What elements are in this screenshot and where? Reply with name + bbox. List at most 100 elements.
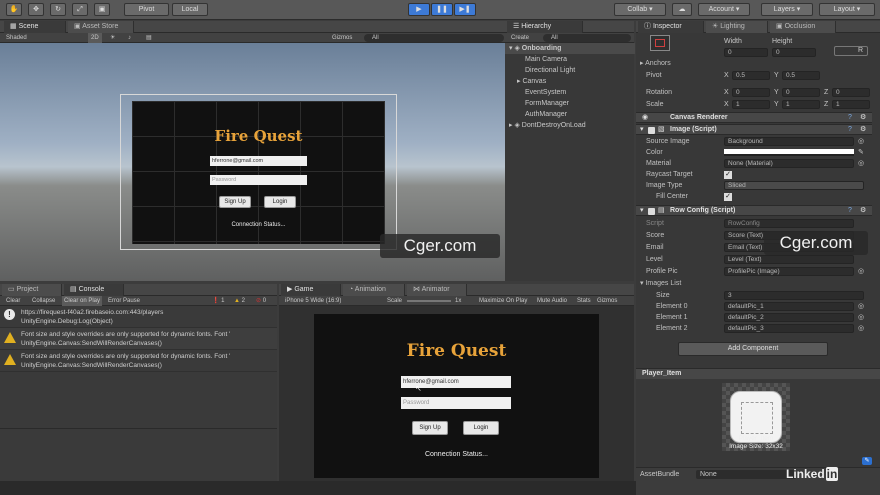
effects-toggle-icon[interactable]: ▤ [146, 33, 152, 43]
tab-scene[interactable]: ▦ Scene [4, 21, 66, 33]
source-image-field[interactable]: Background [724, 137, 854, 146]
pause-button[interactable]: ❚❚ [431, 3, 453, 16]
color-swatch[interactable] [724, 149, 854, 156]
rotation-z-field[interactable]: 0 [832, 88, 870, 97]
object-picker-icon[interactable]: ◎ [858, 136, 864, 147]
settings-gear-icon[interactable]: ⚙ [860, 125, 866, 135]
object-picker-icon[interactable]: ◎ [858, 323, 864, 334]
raw-edit-button[interactable]: R [834, 46, 868, 56]
object-picker-icon[interactable]: ◎ [858, 158, 864, 169]
play-button[interactable]: ▶ [408, 3, 430, 16]
console-log-row[interactable]: ! https://firequest-f40a2.firebaseio.com… [0, 306, 277, 328]
enabled-checkbox[interactable] [648, 127, 655, 134]
mute-audio-toggle[interactable]: Mute Audio [537, 296, 567, 306]
audio-toggle-icon[interactable]: ♪ [128, 33, 131, 43]
object-picker-icon[interactable]: ◎ [858, 312, 864, 323]
element-field[interactable]: defaultPic_2 [724, 313, 854, 322]
scene-root-item[interactable]: ▾ ◈ Onboarding [505, 43, 635, 54]
image-type-dropdown[interactable]: Sliced [724, 181, 864, 190]
error-count-toggle[interactable]: ⊘ 0 [256, 296, 266, 306]
hierarchy-search-input[interactable]: All [543, 34, 631, 42]
help-icon[interactable]: ? [848, 206, 852, 216]
tab-animator[interactable]: ⋈ Animator [407, 284, 467, 296]
fill-center-checkbox[interactable]: ✓ [724, 193, 732, 201]
asset-bundle-dropdown[interactable]: None [696, 470, 796, 479]
clear-on-play-toggle[interactable]: Clear on Play [62, 296, 103, 306]
profile-pic-field[interactable]: ProfilePic (Image) [724, 267, 854, 276]
pivot-y-field[interactable]: 0.5 [782, 71, 820, 80]
game-login-button[interactable]: Login [463, 421, 499, 435]
cloud-icon[interactable]: ☁ [672, 3, 692, 16]
hierarchy-item[interactable]: AuthManager [505, 109, 635, 120]
resolution-dropdown[interactable]: iPhone 5 Wide (16:9) [285, 296, 341, 306]
element-field[interactable]: defaultPic_1 [724, 302, 854, 311]
game-password-input[interactable]: Password [401, 397, 511, 409]
object-picker-icon[interactable]: ◎ [858, 301, 864, 312]
raycast-checkbox[interactable]: ✓ [724, 171, 732, 179]
width-field[interactable]: 0 [724, 48, 768, 57]
asset-label-icon[interactable]: ✎ [862, 457, 872, 465]
create-dropdown[interactable]: Create [511, 33, 529, 43]
image-script-header[interactable]: ▾ ▧ Image (Script) ? ⚙ [636, 124, 872, 135]
pivot-x-field[interactable]: 0.5 [732, 71, 770, 80]
settings-gear-icon[interactable]: ⚙ [860, 113, 866, 123]
element-field[interactable]: defaultPic_3 [724, 324, 854, 333]
gizmos-dropdown[interactable]: Gizmos [332, 33, 352, 43]
scene-search-input[interactable]: All [364, 34, 504, 42]
enabled-checkbox[interactable] [648, 208, 655, 215]
shading-dropdown[interactable]: Shaded [6, 33, 27, 43]
tab-console[interactable]: ▤ Console [64, 284, 124, 296]
row-config-header[interactable]: ▾ ▤ Row Config (Script) ? ⚙ [636, 205, 872, 216]
rotation-x-field[interactable]: 0 [732, 88, 770, 97]
scale-slider[interactable] [407, 300, 451, 302]
scale-y-field[interactable]: 1 [782, 100, 820, 109]
hand-tool-icon[interactable]: ✋ [6, 3, 22, 16]
stats-toggle[interactable]: Stats [577, 296, 591, 306]
hierarchy-item[interactable]: FormManager [505, 98, 635, 109]
rect-tool-icon[interactable]: ▣ [94, 3, 110, 16]
eyedropper-icon[interactable]: ✎ [858, 147, 864, 158]
object-picker-icon[interactable]: ◎ [858, 266, 864, 277]
game-signup-button[interactable]: Sign Up [412, 421, 448, 435]
tab-inspector[interactable]: ⓘ Inspector [638, 21, 704, 33]
console-log-row[interactable]: Font size and style overrides are only s… [0, 328, 277, 350]
light-toggle-icon[interactable]: ☀ [110, 33, 115, 43]
material-field[interactable]: None (Material) [724, 159, 854, 168]
scale-z-field[interactable]: 1 [832, 100, 870, 109]
hierarchy-item[interactable]: EventSystem [505, 87, 635, 98]
pivot-toggle[interactable]: Pivot [124, 3, 169, 16]
level-field[interactable]: Level (Text) [724, 255, 854, 264]
hierarchy-item[interactable]: Main Camera [505, 54, 635, 65]
add-component-button[interactable]: Add Component [678, 342, 828, 356]
canvas-renderer-header[interactable]: ◉ Canvas Renderer ? ⚙ [636, 112, 872, 123]
tab-project[interactable]: ▭ Project [2, 284, 62, 296]
move-tool-icon[interactable]: ✥ [28, 3, 44, 16]
dont-destroy-item[interactable]: ▸ ◈ DontDestroyOnLoad [505, 120, 635, 131]
tab-occlusion[interactable]: ▣ Occlusion [770, 21, 836, 33]
scale-tool-icon[interactable]: ⤢ [72, 3, 88, 16]
scene-viewport[interactable]: Fire Quest hferrone@gmail.com Password S… [0, 43, 505, 281]
game-viewport[interactable]: Fire Quest hferrone@gmail.com Password S… [279, 306, 634, 481]
console-log-row[interactable]: Font size and style overrides are only s… [0, 350, 277, 372]
help-icon[interactable]: ? [848, 125, 852, 135]
collab-dropdown[interactable]: Collab ▾ [614, 3, 666, 16]
tab-game[interactable]: ▶ Game [281, 284, 341, 296]
tab-lighting[interactable]: ☀ Lighting [706, 21, 768, 33]
settings-gear-icon[interactable]: ⚙ [860, 206, 866, 216]
size-field[interactable]: 3 [724, 291, 864, 300]
layers-dropdown[interactable]: Layers ▾ [761, 3, 813, 16]
step-button[interactable]: ▶❚ [454, 3, 476, 16]
anchors-row[interactable]: ▸ Anchors [636, 58, 872, 69]
local-toggle[interactable]: Local [172, 3, 208, 16]
hierarchy-item-canvas[interactable]: ▸ Canvas [505, 76, 635, 87]
layout-dropdown[interactable]: Layout ▾ [819, 3, 875, 16]
clear-button[interactable]: Clear [6, 296, 20, 306]
rotate-tool-icon[interactable]: ↻ [50, 3, 66, 16]
tab-hierarchy[interactable]: ☰ Hierarchy [507, 21, 583, 33]
preview-header[interactable]: Player_Item [636, 368, 880, 379]
maximize-on-play-toggle[interactable]: Maximize On Play [479, 296, 527, 306]
gizmos-dropdown[interactable]: Gizmos [597, 296, 617, 306]
tab-animation[interactable]: ◔ Animation [343, 284, 405, 296]
hierarchy-item[interactable]: Directional Light [505, 65, 635, 76]
mode-2d-toggle[interactable]: 2D [88, 33, 102, 43]
